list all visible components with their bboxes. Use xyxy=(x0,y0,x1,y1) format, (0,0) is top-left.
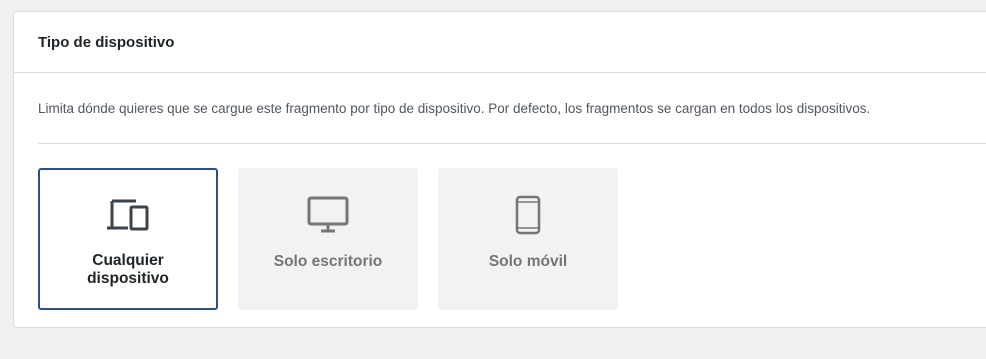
panel-header: Tipo de dispositivo xyxy=(14,12,986,73)
option-label: Solo escritorio xyxy=(273,253,383,270)
option-label: Cualquier dispositivo xyxy=(87,252,169,287)
option-label: Solo móvil xyxy=(488,253,568,270)
option-desktop-only[interactable]: Solo escritorio xyxy=(238,168,418,310)
option-any-device[interactable]: Cualquier dispositivo xyxy=(38,168,218,310)
panel-description: Limita dónde quieres que se cargue este … xyxy=(38,101,871,116)
mobile-icon xyxy=(513,195,543,235)
device-options: Cualquier dispositivo Solo escritorio So… xyxy=(38,168,986,310)
panel-title: Tipo de dispositivo xyxy=(38,33,175,51)
devices-icon xyxy=(106,195,150,235)
desktop-icon xyxy=(306,195,350,235)
panel-body: Limita dónde quieres que se cargue este … xyxy=(14,73,986,310)
device-type-panel: Tipo de dispositivo Limita dónde quieres… xyxy=(13,11,986,328)
option-mobile-only[interactable]: Solo móvil xyxy=(438,168,618,310)
divider xyxy=(38,143,986,144)
